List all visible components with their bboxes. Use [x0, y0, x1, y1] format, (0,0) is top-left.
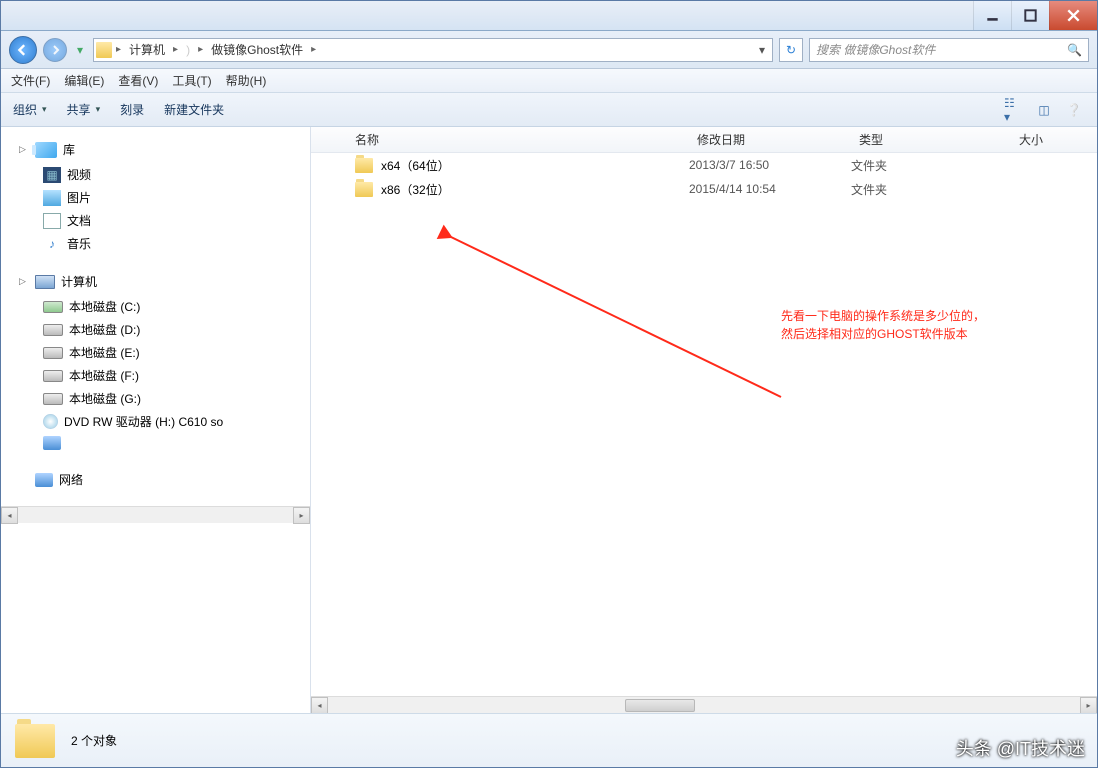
breadcrumb[interactable]: ) — [182, 41, 194, 59]
address-dropdown[interactable]: ▾ — [754, 43, 770, 57]
sidebar-item-drive-e[interactable]: 本地磁盘 (E:) — [19, 341, 302, 364]
status-count: 2 个对象 — [71, 732, 117, 749]
back-button[interactable] — [9, 36, 37, 64]
minimize-button[interactable] — [973, 1, 1011, 30]
sidebar-item-dvd[interactable]: DVD RW 驱动器 (H:) C610 so — [19, 410, 302, 433]
drive-icon — [43, 301, 63, 313]
forward-button[interactable] — [43, 38, 67, 62]
sidebar-item-drive-f[interactable]: 本地磁盘 (F:) — [19, 364, 302, 387]
sidebar-item-drive-d[interactable]: 本地磁盘 (D:) — [19, 318, 302, 341]
close-button[interactable] — [1049, 1, 1097, 30]
sidebar-library[interactable]: ▷库 — [19, 141, 302, 158]
content-pane: 名称 修改日期 类型 大小 x64（64位） 2013/3/7 16:50 文件… — [311, 127, 1097, 713]
list-item[interactable]: x86（32位） 2015/4/14 10:54 文件夹 — [311, 177, 1097, 201]
drive-icon — [43, 370, 63, 382]
share-button[interactable]: 共享 — [67, 101, 101, 118]
sidebar-item-drive-g[interactable]: 本地磁盘 (G:) — [19, 387, 302, 410]
video-icon: ▦ — [43, 167, 61, 183]
maximize-button[interactable] — [1011, 1, 1049, 30]
nav-bar: ▾ ▸ 计算机 ▸ ) ▸ 做镜像Ghost软件 ▸ ▾ ↻ 搜索 做镜像Gho… — [1, 31, 1097, 69]
new-folder-button[interactable]: 新建文件夹 — [164, 101, 224, 118]
sidebar-item-documents[interactable]: 文档 — [19, 209, 302, 232]
search-placeholder: 搜索 做镜像Ghost软件 — [816, 41, 935, 58]
folder-icon — [355, 182, 373, 197]
col-size[interactable]: 大小 — [1019, 131, 1097, 148]
history-dropdown[interactable]: ▾ — [73, 40, 87, 60]
breadcrumb[interactable]: 做镜像Ghost软件 — [207, 39, 307, 60]
menu-edit[interactable]: 编辑(E) — [64, 72, 104, 89]
music-icon: ♪ — [43, 236, 61, 252]
sidebar-item-videos[interactable]: ▦视频 — [19, 163, 302, 186]
col-date[interactable]: 修改日期 — [697, 131, 859, 148]
drive-icon — [43, 324, 63, 336]
sidebar-computer[interactable]: ▷计算机 — [19, 273, 302, 290]
col-type[interactable]: 类型 — [859, 131, 1019, 148]
sidebar-network[interactable]: ▷网络 — [19, 471, 302, 488]
explorer-window: ▾ ▸ 计算机 ▸ ) ▸ 做镜像Ghost软件 ▸ ▾ ↻ 搜索 做镜像Gho… — [0, 0, 1098, 768]
sidebar-item-drive-c[interactable]: 本地磁盘 (C:) — [19, 295, 302, 318]
network-icon — [35, 473, 53, 487]
drive-icon — [43, 393, 63, 405]
folder-icon — [355, 158, 373, 173]
organize-button[interactable]: 组织 — [13, 101, 47, 118]
content-hscroll[interactable]: ◂▸ — [311, 696, 1097, 713]
sidebar: ▷库 ▦视频 图片 文档 ♪音乐 ▷计算机 本地磁盘 (C:) 本地磁盘 (D:… — [1, 127, 311, 713]
sidebar-item-pictures[interactable]: 图片 — [19, 186, 302, 209]
refresh-button[interactable]: ↻ — [779, 38, 803, 62]
preview-pane-button[interactable]: ◫ — [1033, 99, 1055, 121]
sidebar-item-unknown[interactable] — [19, 433, 302, 453]
picture-icon — [43, 190, 61, 206]
body-area: ▷库 ▦视频 图片 文档 ♪音乐 ▷计算机 本地磁盘 (C:) 本地磁盘 (D:… — [1, 127, 1097, 713]
library-icon — [35, 142, 57, 158]
menu-file[interactable]: 文件(F) — [11, 72, 50, 89]
menu-help[interactable]: 帮助(H) — [226, 72, 267, 89]
sidebar-hscroll[interactable]: ◂▸ — [1, 506, 310, 523]
address-bar[interactable]: ▸ 计算机 ▸ ) ▸ 做镜像Ghost软件 ▸ ▾ — [93, 38, 773, 62]
help-button[interactable]: ❔ — [1063, 99, 1085, 121]
column-header: 名称 修改日期 类型 大小 — [311, 127, 1097, 153]
menu-tools[interactable]: 工具(T) — [172, 72, 211, 89]
col-name[interactable]: 名称 — [355, 131, 697, 148]
document-icon — [43, 213, 61, 229]
net-icon — [43, 436, 61, 450]
dvd-icon — [43, 414, 58, 429]
burn-button[interactable]: 刻录 — [120, 101, 144, 118]
view-options-button[interactable]: ☷ ▾ — [1003, 99, 1025, 121]
menu-view[interactable]: 查看(V) — [118, 72, 158, 89]
folder-icon — [96, 42, 112, 58]
status-bar: 2 个对象 头条 @IT技术迷 — [1, 713, 1097, 767]
breadcrumb[interactable]: 计算机 — [125, 39, 169, 60]
menu-bar: 文件(F) 编辑(E) 查看(V) 工具(T) 帮助(H) — [1, 69, 1097, 93]
computer-icon — [35, 275, 55, 289]
sidebar-item-music[interactable]: ♪音乐 — [19, 232, 302, 255]
watermark: 头条 @IT技术迷 — [956, 735, 1085, 761]
search-input[interactable]: 搜索 做镜像Ghost软件 🔍 — [809, 38, 1089, 62]
toolbar: 组织 共享 刻录 新建文件夹 ☷ ▾ ◫ ❔ — [1, 93, 1097, 127]
list-item[interactable]: x64（64位） 2013/3/7 16:50 文件夹 — [311, 153, 1097, 177]
drive-icon — [43, 347, 63, 359]
folder-icon — [15, 724, 55, 758]
search-icon: 🔍 — [1067, 43, 1082, 57]
titlebar — [1, 1, 1097, 31]
